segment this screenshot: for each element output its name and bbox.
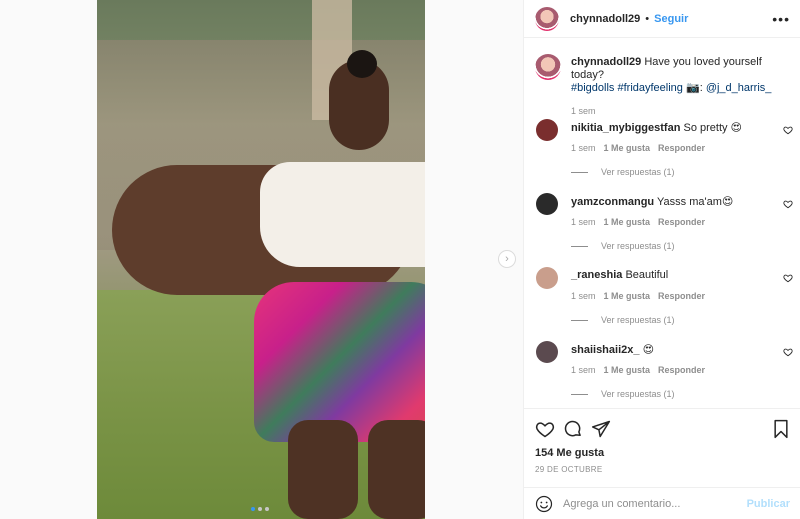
reply-button[interactable]: Responder [658, 143, 705, 153]
comment-meta: 1 sem 1 Me gusta Responder [571, 291, 705, 301]
comment-meta: 1 sem 1 Me gusta Responder [571, 217, 705, 227]
comment-item: _raneshia Beautiful 1 sem 1 Me gusta Res… [535, 267, 797, 337]
view-replies-label: Ver respuestas (1) [601, 167, 675, 177]
bookmark-icon[interactable] [771, 419, 791, 439]
camera-emoji: 📷 [685, 82, 700, 94]
reply-button[interactable]: Responder [658, 291, 705, 301]
comment-item: shaiishaii2x_ 😍 1 sem 1 Me gusta Respond… [535, 341, 797, 407]
comment-time: 1 sem [571, 143, 596, 153]
commenter-avatar[interactable] [536, 119, 558, 141]
caption-text: chynnadoll29 Have you loved yourself tod… [571, 56, 793, 95]
heart-icon[interactable] [535, 419, 555, 439]
comment-line: nikitia_mybiggestfan So pretty 😍 [571, 121, 742, 134]
replies-divider [571, 245, 588, 247]
comments-list[interactable]: chynnadoll29 Have you loved yourself tod… [524, 39, 800, 407]
comment-item: nikitia_mybiggestfan So pretty 😍 1 sem 1… [535, 119, 797, 189]
replies-divider [571, 393, 588, 395]
comment-text: Yasss ma'am😍 [657, 196, 734, 208]
post-actions: 154 Me gusta 29 DE OCTUBRE Publicar [524, 408, 800, 519]
commenter-username[interactable]: nikitia_mybiggestfan [571, 122, 680, 134]
more-options-icon[interactable]: ••• [772, 11, 790, 27]
caption-time: 1 sem [571, 106, 596, 116]
chevron-right-icon: › [505, 253, 509, 265]
comment-likes[interactable]: 1 Me gusta [604, 291, 651, 301]
action-bar [535, 419, 791, 439]
view-replies-button[interactable]: Ver respuestas (1) [571, 167, 675, 177]
comment-time: 1 sem [571, 291, 596, 301]
heart-icon[interactable] [783, 347, 793, 357]
carousel-dots [251, 507, 269, 511]
caption-avatar[interactable] [535, 54, 561, 80]
photo-leg-left [288, 420, 358, 519]
commenter-username[interactable]: _raneshia [571, 269, 622, 281]
heart-icon[interactable] [783, 273, 793, 283]
next-slide-button[interactable]: › [498, 250, 516, 268]
view-replies-label: Ver respuestas (1) [601, 315, 675, 325]
view-replies-label: Ver respuestas (1) [601, 241, 675, 251]
comment-text: 😍 [642, 344, 655, 356]
emoji-icon[interactable] [535, 495, 553, 513]
author-username[interactable]: chynnadoll29 [570, 13, 640, 25]
comment-time: 1 sem [571, 217, 596, 227]
commenter-username[interactable]: shaiishaii2x_ [571, 344, 640, 356]
photo-leg-right [368, 420, 425, 519]
comment-line: yamzconmangu Yasss ma'am😍 [571, 195, 733, 208]
post-media: › [0, 0, 523, 519]
follow-button[interactable]: Seguir [654, 13, 688, 25]
heart-icon[interactable] [783, 125, 793, 135]
comment-line: _raneshia Beautiful [571, 269, 668, 281]
comment-likes[interactable]: 1 Me gusta [604, 365, 651, 375]
comment-time: 1 sem [571, 365, 596, 375]
comment-meta: 1 sem 1 Me gusta Responder [571, 143, 705, 153]
photo-floral-shorts [254, 282, 425, 442]
caption-mention-prefix: : [699, 82, 703, 94]
author-avatar[interactable] [535, 6, 559, 31]
commenter-username[interactable]: yamzconmangu [571, 196, 654, 208]
comment-likes[interactable]: 1 Me gusta [604, 217, 651, 227]
publish-button[interactable]: Publicar [747, 498, 790, 510]
caption-mention[interactable]: @j_d_harris_ [706, 82, 772, 94]
comment-line: shaiishaii2x_ 😍 [571, 343, 654, 356]
photo-white-top [260, 162, 425, 267]
reply-button[interactable]: Responder [658, 217, 705, 227]
comment-text: So pretty 😍 [683, 122, 743, 134]
view-replies-button[interactable]: Ver respuestas (1) [571, 389, 675, 399]
post-photo[interactable] [97, 0, 425, 519]
view-replies-button[interactable]: Ver respuestas (1) [571, 315, 675, 325]
replies-divider [571, 319, 588, 321]
carousel-dot [258, 507, 262, 511]
carousel-dot [265, 507, 269, 511]
post-panel: chynnadoll29 • Seguir ••• chynnadoll29 H… [523, 0, 800, 519]
post-date: 29 DE OCTUBRE [535, 465, 603, 474]
commenter-avatar[interactable] [536, 193, 558, 215]
comment-text: Beautiful [625, 269, 669, 281]
commenter-avatar[interactable] [536, 267, 558, 289]
caption-username[interactable]: chynnadoll29 [571, 56, 641, 68]
comment-meta: 1 sem 1 Me gusta Responder [571, 365, 705, 375]
commenter-avatar[interactable] [536, 341, 558, 363]
likes-count[interactable]: 154 Me gusta [535, 447, 604, 459]
carousel-dot [251, 507, 255, 511]
comment-likes[interactable]: 1 Me gusta [604, 143, 651, 153]
view-replies-label: Ver respuestas (1) [601, 389, 675, 399]
header-separator: • [645, 12, 650, 25]
share-icon[interactable] [591, 419, 611, 439]
post-header: chynnadoll29 • Seguir ••• [524, 0, 800, 38]
caption-hashtags[interactable]: #bigdolls #fridayfeeling [571, 82, 683, 94]
comment-icon[interactable] [563, 419, 583, 439]
reply-button[interactable]: Responder [658, 365, 705, 375]
comment-item: yamzconmangu Yasss ma'am😍 1 sem 1 Me gus… [535, 193, 797, 263]
view-replies-button[interactable]: Ver respuestas (1) [571, 241, 675, 251]
comment-input[interactable] [563, 498, 747, 510]
add-comment-bar: Publicar [524, 487, 800, 519]
heart-icon[interactable] [783, 199, 793, 209]
photo-hair-bun [347, 50, 377, 78]
replies-divider [571, 171, 588, 173]
